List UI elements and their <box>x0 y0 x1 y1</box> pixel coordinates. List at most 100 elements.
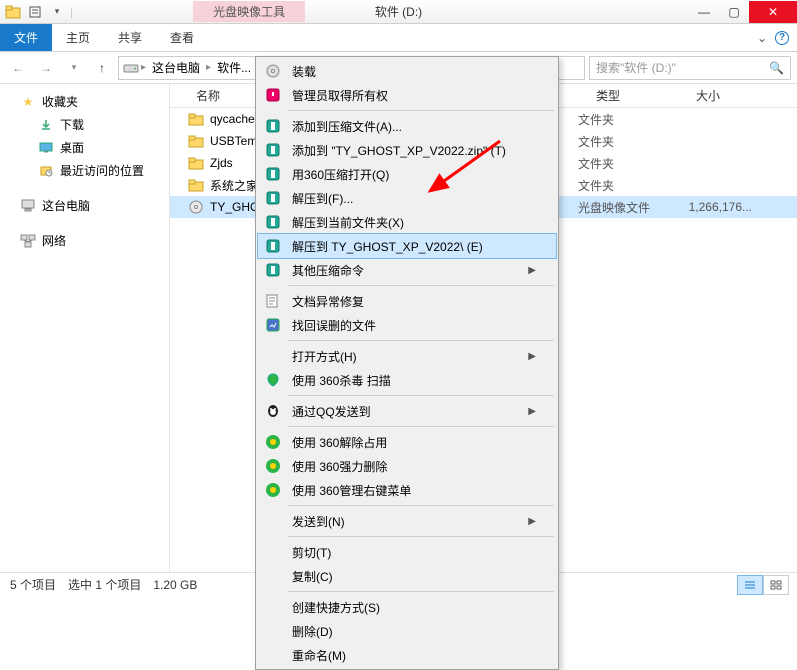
file-name-label: Zjds <box>210 156 233 170</box>
menu-item-label: 打开方式(H) <box>292 348 520 365</box>
blank-icon <box>262 645 284 665</box>
zip-icon <box>262 188 284 208</box>
admin-icon <box>262 85 284 105</box>
file-name-label: USBTem <box>210 134 257 148</box>
menu-item[interactable]: 解压到 TY_GHOST_XP_V2022\ (E) <box>258 234 556 258</box>
desktop-icon <box>38 140 54 156</box>
blank-icon <box>262 511 284 531</box>
sidebar-item-label: 桌面 <box>60 139 84 156</box>
file-type-label: 文件夹 <box>570 177 670 194</box>
tab-share[interactable]: 共享 <box>104 24 156 51</box>
menu-item[interactable]: 复制(C) <box>258 564 556 588</box>
drive-icon <box>123 60 139 76</box>
menu-item[interactable]: 找回误删的文件 <box>258 313 556 337</box>
blank-icon <box>262 566 284 586</box>
chevron-right-icon[interactable]: ▸ <box>141 62 146 73</box>
chevron-right-icon: ▶ <box>528 351 536 362</box>
nav-back-button[interactable]: ← <box>6 56 30 80</box>
menu-item-label: 删除(D) <box>292 623 536 640</box>
menu-item[interactable]: 剪切(T) <box>258 540 556 564</box>
sidebar-downloads[interactable]: 下载 <box>0 113 169 136</box>
menu-item[interactable]: 发送到(N)▶ <box>258 509 556 533</box>
sidebar-desktop[interactable]: 桌面 <box>0 136 169 159</box>
help-icon[interactable]: ? <box>775 31 789 45</box>
sidebar-favorites[interactable]: ★ 收藏夹 <box>0 90 169 113</box>
sidebar-network[interactable]: 网络 <box>0 229 169 252</box>
nav-up-button[interactable]: ↑ <box>90 56 114 80</box>
col-size[interactable]: 大小 <box>688 87 778 104</box>
breadcrumb-software[interactable]: 软件... <box>213 59 255 76</box>
zip-icon <box>262 212 284 232</box>
menu-item[interactable]: 删除(D) <box>258 619 556 643</box>
menu-item[interactable]: 解压到当前文件夹(X) <box>258 210 556 234</box>
menu-item[interactable]: 用360压缩打开(Q) <box>258 162 556 186</box>
computer-icon <box>20 198 36 214</box>
menu-item-label: 使用 360强力删除 <box>292 458 536 475</box>
minimize-button[interactable]: — <box>689 1 719 23</box>
menu-item[interactable]: 添加到 "TY_GHOST_XP_V2022.zip" (T) <box>258 138 556 162</box>
menu-item[interactable]: 打开方式(H) ▶ <box>258 344 556 368</box>
menu-item[interactable]: 使用 360杀毒 扫描 <box>258 368 556 392</box>
menu-item[interactable]: 使用 360解除占用 <box>258 430 556 454</box>
tab-home[interactable]: 主页 <box>52 24 104 51</box>
view-details-button[interactable] <box>737 575 763 595</box>
menu-item-label: 其他压缩命令 <box>292 262 520 279</box>
menu-separator <box>288 505 554 506</box>
sidebar-recent[interactable]: 最近访问的位置 <box>0 159 169 182</box>
search-input[interactable]: 搜索"软件 (D:)" 🔍 <box>589 56 791 80</box>
qq-icon <box>262 401 284 421</box>
file-type-label: 文件夹 <box>570 111 670 128</box>
titlebar: ▾ | 光盘映像工具 软件 (D:) — ▢ ✕ <box>0 0 797 24</box>
file-type-label: 文件夹 <box>570 155 670 172</box>
menu-item-label: 复制(C) <box>292 568 536 585</box>
menu-item[interactable]: 添加到压缩文件(A)... <box>258 114 556 138</box>
recent-icon <box>38 163 54 179</box>
search-placeholder: 搜索"软件 (D:)" <box>596 59 676 76</box>
maximize-button[interactable]: ▢ <box>719 1 749 23</box>
sidebar: ★ 收藏夹 下载 桌面 最近访问的位置 这台电脑 网络 <box>0 84 170 572</box>
menu-item[interactable]: 管理员取得所有权 <box>258 83 556 107</box>
menu-separator <box>288 110 554 111</box>
properties-icon[interactable] <box>26 3 44 21</box>
ribbon-tabs: 文件 主页 共享 查看 ⌄ ? <box>0 24 797 52</box>
qat-dropdown-icon[interactable]: ▾ <box>48 3 66 21</box>
menu-item-label: 通过QQ发送到 <box>292 403 520 420</box>
menu-item-label: 用360压缩打开(Q) <box>292 166 536 183</box>
menu-item[interactable]: 文档异常修复 <box>258 289 556 313</box>
sidebar-this-pc[interactable]: 这台电脑 <box>0 194 169 217</box>
ribbon-expand-icon[interactable]: ⌄ <box>757 31 767 45</box>
blank-icon <box>262 346 284 366</box>
menu-separator <box>288 340 554 341</box>
menu-item[interactable]: 创建快捷方式(S) <box>258 595 556 619</box>
tab-view[interactable]: 查看 <box>156 24 208 51</box>
menu-item-label: 重命名(M) <box>292 647 536 664</box>
search-icon[interactable]: 🔍 <box>769 61 784 75</box>
menu-item[interactable]: 使用 360管理右键菜单 <box>258 478 556 502</box>
menu-item-label: 文档异常修复 <box>292 293 536 310</box>
menu-item[interactable]: 解压到(F)... <box>258 186 556 210</box>
menu-item[interactable]: 其他压缩命令 ▶ <box>258 258 556 282</box>
star-icon: ★ <box>20 94 36 110</box>
breadcrumb-this-pc[interactable]: 这台电脑 <box>148 59 204 76</box>
ribbon-help: ⌄ ? <box>757 24 797 51</box>
chevron-right-icon[interactable]: ▸ <box>206 62 211 73</box>
close-button[interactable]: ✕ <box>749 1 797 23</box>
menu-item[interactable]: 重命名(M) <box>258 643 556 667</box>
menu-item-label: 装载 <box>292 63 536 80</box>
repair-icon <box>262 291 284 311</box>
menu-item[interactable]: 使用 360强力删除 <box>258 454 556 478</box>
menu-separator <box>288 395 554 396</box>
tab-file[interactable]: 文件 <box>0 24 52 51</box>
nav-forward-button: → <box>34 56 58 80</box>
sidebar-item-label: 收藏夹 <box>42 93 78 110</box>
chevron-right-icon: ▶ <box>528 265 536 276</box>
folder-icon <box>4 3 22 21</box>
col-type[interactable]: 类型 <box>588 87 688 104</box>
menu-item[interactable]: 通过QQ发送到▶ <box>258 399 556 423</box>
status-count: 5 个项目 <box>10 576 56 593</box>
nav-recent-dropdown[interactable]: ▾ <box>62 56 86 80</box>
menu-item[interactable]: 装载 <box>258 59 556 83</box>
view-thumbs-button[interactable] <box>763 575 789 595</box>
zip-icon <box>262 164 284 184</box>
menu-item-label: 解压到当前文件夹(X) <box>292 214 536 231</box>
